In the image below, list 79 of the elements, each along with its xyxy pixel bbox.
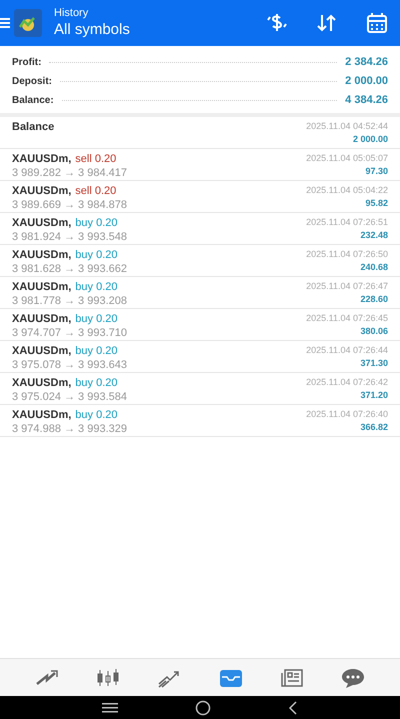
deal-amount: 97.30 [365, 165, 388, 178]
deal-prices: 3 989.669 → 3 984.878 [12, 198, 127, 212]
deal-symbol: XAUUSDm, [12, 344, 72, 358]
back-icon[interactable] [288, 700, 298, 714]
deal-amount: 380.06 [360, 325, 388, 338]
summary-value: 2 000.00 [345, 74, 388, 89]
sort-icon[interactable] [316, 13, 338, 33]
deal-row[interactable]: XAUUSDm, buy 0.20 3 981.778 → 3 993.208 2025.11.04 07:26:47 228.60 [0, 277, 400, 309]
deal-symbol: XAUUSDm, [12, 408, 72, 422]
deal-order: buy 0.20 [75, 376, 118, 390]
deal-time: 2025.11.04 07:26:44 [306, 344, 388, 357]
deal-time: 2025.11.04 07:26:47 [306, 280, 388, 293]
deal-prices: 3 989.282 → 3 984.417 [12, 166, 127, 180]
deal-amount: 232.48 [360, 229, 388, 242]
deal-order: buy 0.20 [75, 408, 118, 422]
inbox-icon [218, 668, 243, 688]
deal-prices: 3 981.924 → 3 993.548 [12, 230, 127, 244]
deal-prices: 3 975.078 → 3 993.643 [12, 358, 127, 372]
deal-time: 2025.11.04 07:26:42 [306, 376, 388, 389]
deal-prices: 3 974.707 → 3 993.710 [12, 326, 127, 340]
deal-row[interactable]: Balance 2025.11.04 04:52:44 2 000.00 [0, 117, 400, 149]
deal-row[interactable]: XAUUSDm, buy 0.20 3 975.078 → 3 993.643 2025.11.04 07:26:44 371.30 [0, 341, 400, 373]
deal-amount: 366.82 [360, 421, 388, 434]
deal-prices: 3 981.778 → 3 993.208 [12, 294, 127, 308]
newspaper-icon [280, 668, 304, 688]
deal-amount: 371.30 [360, 357, 388, 370]
deal-title: Balance [12, 120, 54, 134]
deal-row[interactable]: XAUUSDm, buy 0.20 3 974.988 → 3 993.329 2025.11.04 07:26:40 366.82 [0, 405, 400, 437]
deal-order: sell 0.20 [75, 152, 116, 166]
deal-prices: 3 974.988 → 3 993.329 [12, 422, 127, 436]
deal-order: buy 0.20 [75, 312, 118, 326]
deal-order: buy 0.20 [75, 216, 118, 230]
deal-row[interactable]: XAUUSDm, sell 0.20 3 989.282 → 3 984.417 2025.11.04 05:05:07 97.30 [0, 149, 400, 181]
summary-value: 2 384.26 [345, 54, 388, 70]
deal-prices: 3 975.024 → 3 993.584 [12, 390, 127, 404]
menu-icon[interactable] [0, 17, 10, 29]
deal-row[interactable]: XAUUSDm, buy 0.20 3 981.628 → 3 993.662 2025.11.04 07:26:50 240.68 [0, 245, 400, 277]
deal-symbol: XAUUSDm, [12, 312, 72, 326]
calendar-icon[interactable] [366, 12, 388, 34]
deal-amount: 95.82 [365, 197, 388, 210]
summary-label: Profit: [12, 56, 42, 70]
deal-time: 2025.11.04 07:26:51 [306, 216, 388, 229]
deal-symbol: XAUUSDm, [12, 376, 72, 390]
deal-row[interactable]: XAUUSDm, buy 0.20 3 974.707 → 3 993.710 2025.11.04 07:26:45 380.06 [0, 309, 400, 341]
deal-order: buy 0.20 [75, 248, 118, 262]
deal-amount: 240.68 [360, 261, 388, 274]
deal-time: 2025.11.04 07:26:50 [306, 248, 388, 261]
chat-bubble-icon [341, 668, 366, 688]
deal-time: 2025.11.04 07:26:40 [306, 408, 388, 421]
deal-order: buy 0.20 [75, 344, 118, 358]
summary-label: Deposit: [12, 74, 52, 88]
deal-row[interactable]: XAUUSDm, buy 0.20 3 981.924 → 3 993.548 2025.11.04 07:26:51 232.48 [0, 213, 400, 245]
deal-order: sell 0.20 [75, 184, 116, 198]
deal-symbol: XAUUSDm, [12, 216, 72, 230]
deal-amount: 2 000.00 [352, 133, 388, 146]
deal-symbol: XAUUSDm, [12, 152, 72, 166]
arrows-icon [34, 668, 59, 688]
header-title: All symbols [54, 20, 130, 40]
logo-icon [14, 9, 42, 37]
deal-symbol: XAUUSDm, [12, 184, 72, 198]
deal-row[interactable]: XAUUSDm, buy 0.20 3 975.024 → 3 993.584 2025.11.04 07:26:42 371.20 [0, 373, 400, 405]
deal-prices: 3 981.628 → 3 993.662 [12, 262, 127, 276]
deal-time: 2025.11.04 05:05:07 [306, 152, 388, 165]
candlestick-icon [96, 668, 120, 688]
header-subtitle: History [54, 6, 90, 20]
deal-time: 2025.11.04 07:26:45 [306, 312, 388, 325]
deal-symbol: XAUUSDm, [12, 248, 72, 262]
deal-time: 2025.11.04 04:52:44 [306, 120, 388, 133]
summary-label: Balance: [12, 94, 54, 108]
deal-time: 2025.11.04 05:04:22 [306, 184, 388, 197]
menu-icon[interactable] [102, 702, 118, 712]
home-icon[interactable] [194, 700, 211, 716]
deal-amount: 371.20 [360, 389, 388, 402]
deal-symbol: XAUUSDm, [12, 280, 72, 294]
currency-icon[interactable] [266, 13, 288, 33]
deal-order: buy 0.20 [75, 280, 118, 294]
deal-amount: 228.60 [360, 293, 388, 306]
summary-value: 4 384.26 [345, 92, 388, 108]
deal-row[interactable]: XAUUSDm, sell 0.20 3 989.669 → 3 984.878 2025.11.04 05:04:22 95.82 [0, 181, 400, 213]
